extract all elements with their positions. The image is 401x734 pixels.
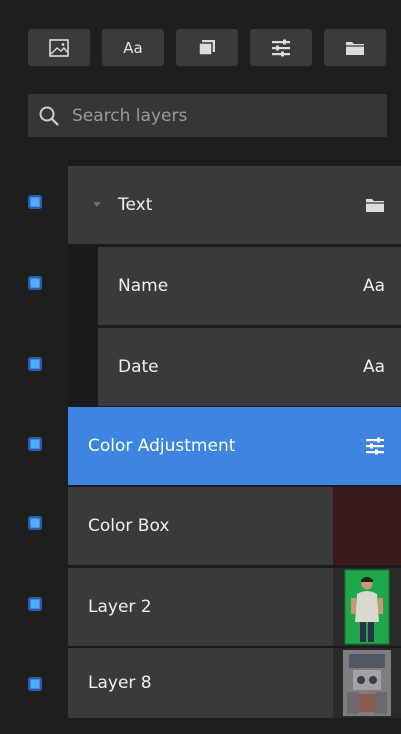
layer-row-text-group[interactable]: Text	[68, 166, 401, 244]
color-swatch-thumbnail	[333, 487, 401, 565]
layer-row-name[interactable]: Name Aa	[98, 247, 401, 325]
add-shape-layer-button[interactable]	[176, 29, 238, 66]
layer-toolbar: Aa	[0, 0, 401, 160]
add-group-layer-button[interactable]	[324, 29, 386, 66]
layer-visibility-checkbox[interactable]	[28, 195, 42, 209]
layer-visibility-checkbox[interactable]	[28, 276, 42, 290]
layer-name: Date	[118, 357, 159, 377]
layer-row-date[interactable]: Date Aa	[98, 328, 401, 406]
text-icon: Aa	[123, 38, 143, 57]
search-icon	[39, 106, 59, 126]
panel-bottom	[68, 718, 401, 734]
layer-visibility-checkbox[interactable]	[28, 597, 42, 611]
layer-name: Layer 2	[88, 597, 152, 617]
image-icon	[49, 38, 69, 57]
layer-row-layer-8[interactable]: Layer 8	[68, 648, 401, 718]
add-text-layer-button[interactable]: Aa	[102, 29, 164, 66]
sliders-icon	[272, 39, 290, 56]
layer-visibility-checkbox[interactable]	[28, 357, 42, 371]
layer-visibility-checkbox[interactable]	[28, 677, 42, 691]
layer-name: Layer 8	[88, 673, 152, 693]
layer-thumbnail	[333, 568, 401, 646]
add-adjustment-layer-button[interactable]	[250, 29, 312, 66]
add-image-layer-button[interactable]	[28, 29, 90, 66]
layer-name: Name	[118, 276, 169, 296]
stack-icon	[198, 39, 215, 56]
text-layer-icon: Aa	[362, 276, 385, 296]
folder-icon	[346, 41, 364, 55]
layer-visibility-checkbox[interactable]	[28, 516, 42, 530]
layer-name: Color Box	[88, 516, 170, 536]
layer-row-color-box[interactable]: Color Box	[68, 487, 401, 565]
layer-visibility-checkbox[interactable]	[28, 437, 42, 451]
text-layer-icon: Aa	[362, 357, 385, 377]
layer-name: Text	[118, 195, 153, 215]
layer-thumbnail	[333, 648, 401, 718]
folder-icon	[365, 197, 385, 213]
search-layers-field[interactable]	[28, 94, 387, 137]
layer-name: Color Adjustment	[88, 436, 236, 456]
search-input[interactable]	[70, 104, 374, 127]
sliders-icon	[365, 437, 385, 455]
layer-row-layer-2[interactable]: Layer 2	[68, 568, 401, 646]
layer-row-color-adjustment[interactable]: Color Adjustment	[68, 407, 401, 485]
disclosure-triangle-icon[interactable]	[92, 201, 102, 209]
